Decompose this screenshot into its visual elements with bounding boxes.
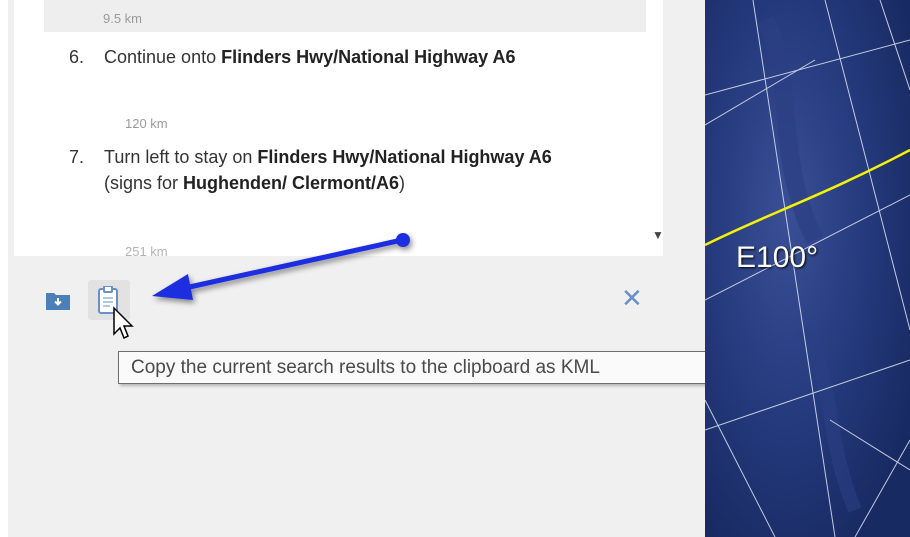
map-view[interactable]: E100° xyxy=(705,0,910,537)
longitude-label: E100° xyxy=(736,241,819,274)
